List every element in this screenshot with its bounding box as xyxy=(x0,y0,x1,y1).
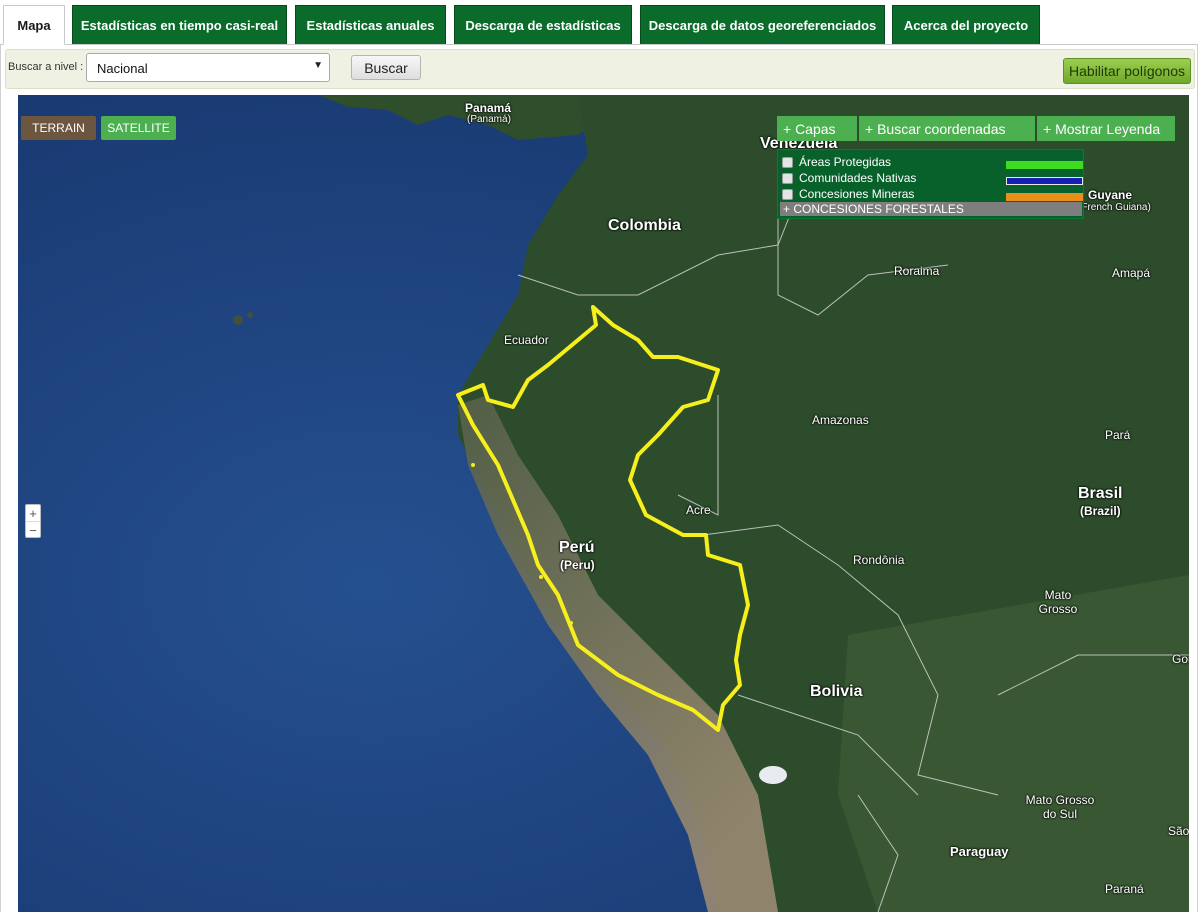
layer-checkbox-comunidades-nativas[interactable] xyxy=(782,172,793,184)
mostrar-leyenda-button[interactable]: + Mostrar Leyenda xyxy=(1037,116,1175,141)
layer-label-concesiones-mineras: Concesiones Mineras xyxy=(799,187,915,201)
terrain-button[interactable]: TERRAIN xyxy=(21,116,96,140)
layer-row-areas-protegidas[interactable]: Áreas Protegidas xyxy=(782,154,891,170)
search-bar: Buscar a nivel : Nacional ▼ Buscar Habil… xyxy=(5,49,1195,89)
label-amazonas: Amazonas xyxy=(812,413,869,427)
tab-bar: Mapa Estadísticas en tiempo casi-real Es… xyxy=(0,0,1198,45)
tab-descarga-estadisticas[interactable]: Descarga de estadísticas xyxy=(454,5,632,44)
label-sao: São xyxy=(1168,824,1189,838)
label-ecuador: Ecuador xyxy=(504,333,549,347)
tab-estadisticas-anuales[interactable]: Estadísticas anuales xyxy=(295,5,446,44)
enable-polygons-button[interactable]: Habilitar polígonos xyxy=(1063,58,1191,84)
label-peru-local: (Peru) xyxy=(560,558,595,572)
layer-swatch-areas-protegidas xyxy=(1006,161,1083,169)
label-acre: Acre xyxy=(686,503,711,517)
label-guyane-local: (French Guiana) xyxy=(1078,202,1151,213)
label-bolivia: Bolivia xyxy=(810,683,863,700)
zoom-in-button[interactable]: + xyxy=(26,505,40,521)
layer-row-comunidades-nativas[interactable]: Comunidades Nativas xyxy=(782,170,916,186)
label-panama-local: (Panamá) xyxy=(467,114,511,125)
buscar-coordenadas-button[interactable]: + Buscar coordenadas xyxy=(859,116,1035,141)
label-brasil-local: (Brazil) xyxy=(1080,504,1121,518)
label-goias: Goiás xyxy=(1172,652,1189,666)
label-mato-grosso: Mato Grosso xyxy=(1038,588,1078,616)
layer-row-concesiones-mineras[interactable]: Concesiones Mineras xyxy=(782,186,914,202)
label-parana: Paraná xyxy=(1105,882,1144,896)
label-para: Pará xyxy=(1105,428,1131,442)
label-roraima: Roraima xyxy=(894,264,940,278)
satellite-button[interactable]: SATELLITE xyxy=(101,116,176,140)
layer-swatch-concesiones-mineras xyxy=(1006,193,1083,201)
label-amapa: Amapá xyxy=(1112,266,1151,280)
label-colombia: Colombia xyxy=(608,217,681,234)
label-paraguay: Paraguay xyxy=(950,844,1009,859)
tab-acerca-proyecto[interactable]: Acerca del proyecto xyxy=(892,5,1040,44)
label-panama: Panamá xyxy=(465,101,512,115)
search-level-label: Buscar a nivel : xyxy=(8,61,84,73)
label-peru: Perú xyxy=(559,539,595,556)
level-select[interactable]: Nacional ▼ xyxy=(86,53,330,82)
layer-label-areas-protegidas: Áreas Protegidas xyxy=(799,155,892,169)
zoom-control: + − xyxy=(25,504,41,538)
layer-checkbox-concesiones-mineras[interactable] xyxy=(782,188,793,200)
level-select-value: Nacional xyxy=(97,61,148,76)
zoom-out-button[interactable]: − xyxy=(26,522,40,538)
tab-estadisticas-tiempo-real[interactable]: Estadísticas en tiempo casi-real xyxy=(72,5,287,44)
search-button[interactable]: Buscar xyxy=(351,55,421,80)
layer-swatch-comunidades-nativas xyxy=(1006,177,1083,185)
tab-descarga-datos-georeferenciados[interactable]: Descarga de datos georeferenciados xyxy=(640,5,885,44)
label-mato-grosso-do-sul: Mato Grosso do Sul xyxy=(1025,793,1095,821)
label-brasil: Brasil xyxy=(1078,485,1123,502)
label-guyane: Guyane xyxy=(1088,188,1133,202)
capas-button[interactable]: + Capas xyxy=(777,116,857,141)
app-root: Mapa Estadísticas en tiempo casi-real Es… xyxy=(0,0,1198,912)
dropdown-arrow-icon: ▼ xyxy=(313,60,323,71)
layers-panel: Áreas Protegidas Comunidades Nativas Con… xyxy=(777,149,1084,219)
concesiones-forestales-toggle[interactable]: + CONCESIONES FORESTALES xyxy=(780,202,1082,216)
map-view[interactable]: Panamá (Panamá) Venezuela Colombia Guyan… xyxy=(18,95,1189,912)
tab-mapa[interactable]: Mapa xyxy=(3,5,65,45)
layer-label-comunidades-nativas: Comunidades Nativas xyxy=(799,171,917,185)
label-rondonia: Rondônia xyxy=(853,553,905,567)
layer-checkbox-areas-protegidas[interactable] xyxy=(782,156,793,168)
